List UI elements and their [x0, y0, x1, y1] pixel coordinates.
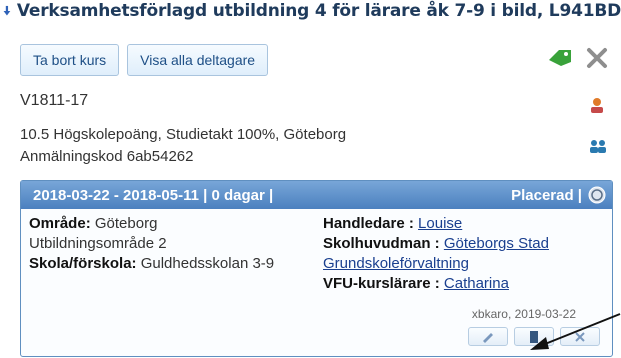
supervisor-link[interactable]: Louise	[418, 215, 462, 232]
placement-dates: 2018-03-22 - 2018-05-11 | 0 dagar |	[33, 186, 274, 204]
edit-icon	[483, 332, 493, 343]
info-icon[interactable]	[588, 186, 606, 204]
edit-button[interactable]	[468, 327, 508, 346]
delete-icon	[575, 331, 585, 342]
tag-icon[interactable]	[547, 48, 573, 68]
placement-body: Område: Göteborg Utbildningsområde 2 Sko…	[21, 209, 612, 355]
placement-panel: 2018-03-22 - 2018-05-11 | 0 dagar | Plac…	[20, 180, 613, 357]
course-title: Verksamhetsförlagd utbildning 4 för lära…	[16, 1, 621, 21]
close-icon[interactable]	[585, 46, 609, 70]
toolbar: Ta bort kurs Visa alla deltagare	[20, 44, 269, 76]
application-code: Anmälningskod 6ab54262	[20, 148, 194, 165]
course-details: 10.5 Högskolepoäng, Studietakt 100%, Göt…	[20, 126, 347, 143]
principal-sub-link[interactable]: Grundskoleförvaltning	[323, 255, 469, 272]
show-participants-button[interactable]: Visa alla deltagare	[127, 44, 269, 76]
placement-header[interactable]: 2018-03-22 - 2018-05-11 | 0 dagar | Plac…	[21, 181, 612, 209]
teacher-row: VFU-kurslärare : Catharina	[323, 275, 509, 292]
document-button[interactable]	[514, 327, 554, 346]
principal-sub-row: Grundskoleförvaltning	[323, 255, 469, 272]
course-header: Verksamhetsförlagd utbildning 4 för lära…	[0, 0, 621, 22]
remove-course-button[interactable]: Ta bort kurs	[20, 44, 120, 76]
placement-status: Placerad |	[511, 186, 582, 204]
principal-link[interactable]: Göteborgs Stad	[444, 235, 549, 252]
school-value: Guldhedsskolan 3-9	[140, 255, 275, 272]
edited-meta: xbkaro, 2019-03-22	[471, 307, 576, 321]
teacher-label: VFU-kurslärare	[323, 275, 431, 292]
area-label: Område	[29, 215, 86, 232]
supervisor-row: Handledare : Louise	[323, 215, 463, 232]
principal-row: Skolhuvudman : Göteborgs Stad	[323, 235, 549, 252]
placement-actions	[468, 327, 600, 346]
delete-button[interactable]	[560, 327, 600, 346]
side-actions	[587, 95, 609, 155]
education-area: Utbildningsområde 2	[29, 235, 167, 252]
course-code: V1811-17	[20, 92, 89, 109]
header-actions	[547, 46, 609, 70]
teacher-link[interactable]: Catharina	[444, 275, 509, 292]
area-row: Område: Göteborg	[29, 215, 158, 232]
arrow-down-icon[interactable]	[3, 2, 11, 20]
supervisor-label: Handledare	[323, 215, 405, 232]
document-icon	[530, 330, 538, 343]
group-icon[interactable]	[587, 137, 609, 155]
principal-label: Skolhuvudman	[323, 235, 431, 252]
school-row: Skola/förskola: Guldhedsskolan 3-9	[29, 255, 275, 272]
area-value: Göteborg	[94, 215, 158, 232]
placement-status-wrap: Placerad |	[511, 186, 606, 204]
user-icon[interactable]	[587, 95, 607, 115]
school-label: Skola/förskola	[29, 255, 132, 272]
